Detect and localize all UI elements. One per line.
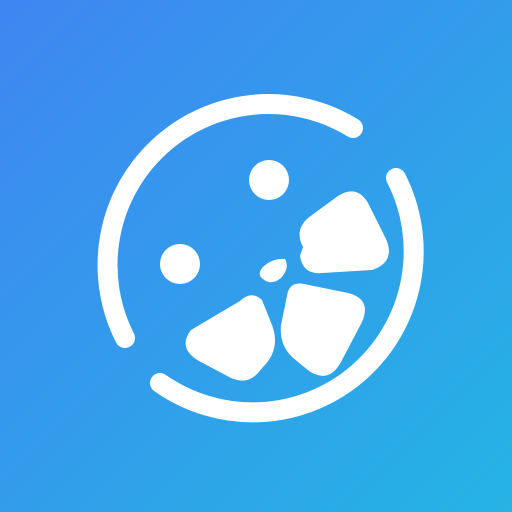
icon-artwork [0,0,512,512]
seed-dot-top [249,160,289,200]
seed-dot-left [160,244,200,284]
app-icon [0,0,512,512]
icon-background [0,0,512,512]
